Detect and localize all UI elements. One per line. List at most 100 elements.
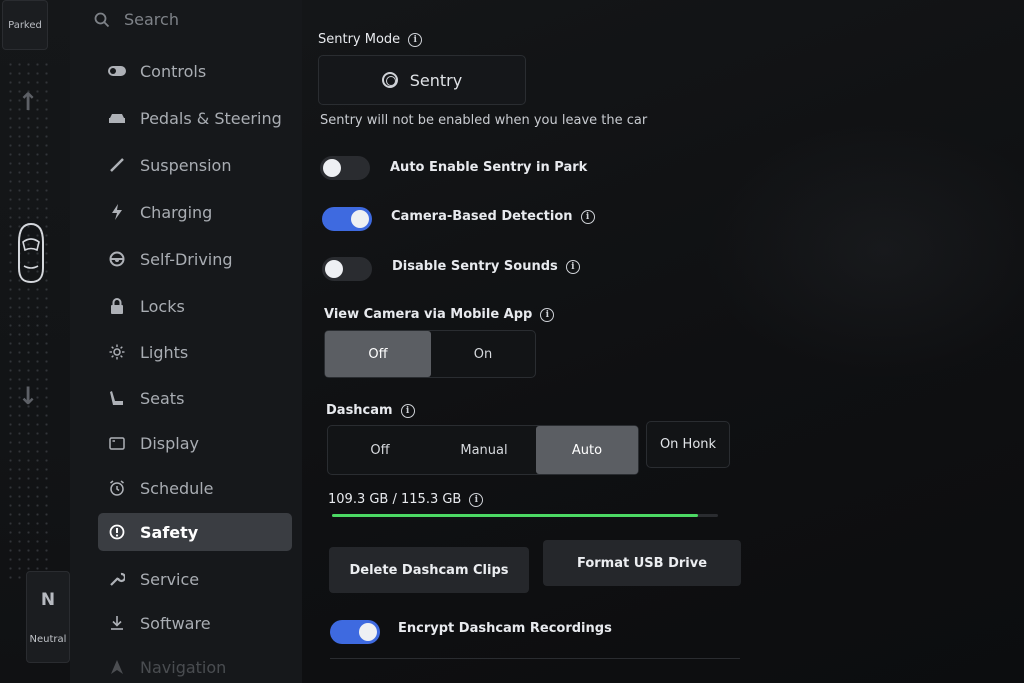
sidebar-item-controls[interactable]: Controls: [98, 52, 292, 90]
arrow-down-icon: ↓: [18, 382, 39, 410]
navigation-icon: [108, 658, 126, 676]
drive-dots: [6, 60, 52, 580]
dashcam-option-manual[interactable]: Manual: [432, 426, 536, 474]
alert-circle-icon: [108, 523, 126, 541]
sidebar-item-safety[interactable]: Safety: [98, 513, 292, 551]
encrypt-dashcam-label: Encrypt Dashcam Recordings: [398, 621, 612, 636]
info-icon[interactable]: i: [469, 492, 484, 507]
sidebar-item-label: Display: [140, 433, 199, 453]
disable-sentry-sounds-toggle[interactable]: [322, 257, 372, 281]
sidebar-item-software[interactable]: Software: [98, 604, 292, 642]
current-gear-label: Neutral: [29, 633, 67, 645]
sidebar-item-label: Lights: [140, 342, 189, 362]
sentry-note: Sentry will not be enabled when you leav…: [320, 113, 648, 128]
sidebar-search[interactable]: Search: [94, 10, 179, 29]
auto-enable-sentry-toggle[interactable]: [320, 156, 370, 180]
sidebar-item-lights[interactable]: Lights: [98, 333, 292, 371]
car-top-view-icon[interactable]: [16, 222, 46, 284]
view-camera-title: View Camera via Mobile App: [324, 307, 533, 322]
toggle-icon: [108, 62, 126, 80]
toggle-knob: [323, 159, 341, 177]
sentry-mode-title: Sentry Mode: [318, 32, 401, 47]
toggle-knob: [325, 260, 343, 278]
storage-total: 115.3 GB: [401, 492, 462, 507]
storage-used: 109.3 GB: [328, 492, 389, 507]
gear-top-label: Parked: [8, 19, 42, 31]
sidebar-item-label: Navigation: [140, 657, 227, 677]
background-glow: [704, 120, 1024, 380]
dashcam-option-off[interactable]: Off: [328, 426, 432, 474]
sidebar-item-navigation[interactable]: Navigation: [98, 648, 292, 683]
search-icon: [94, 12, 110, 27]
storage-separator: /: [388, 492, 401, 507]
steering-wheel-icon: [108, 250, 126, 268]
sidebar-item-label: Locks: [140, 296, 185, 316]
storage-text: 109.3 GB / 115.3 GB: [328, 492, 461, 507]
camera-based-detection-label: Camera-Based Detection i: [391, 209, 595, 224]
download-icon: [108, 614, 126, 632]
sidebar-item-pedals-steering[interactable]: Pedals & Steering: [98, 99, 292, 137]
view-camera-heading: View Camera via Mobile App i: [324, 307, 555, 322]
toggle-knob: [359, 623, 377, 641]
current-gear: N: [40, 589, 56, 610]
dashcam-option-auto[interactable]: Auto: [536, 426, 638, 474]
seat-icon: [108, 389, 126, 407]
dashcam-heading: Dashcam i: [326, 403, 415, 418]
search-label: Search: [124, 10, 179, 29]
sidebar-item-label: Controls: [140, 61, 207, 81]
view-camera-option-on[interactable]: On: [431, 331, 535, 377]
sidebar-item-label: Safety: [140, 522, 199, 542]
sidebar-item-label: Schedule: [140, 478, 214, 498]
info-icon[interactable]: i: [540, 307, 555, 322]
sidebar-item-display[interactable]: Display: [98, 424, 292, 462]
sidebar-item-self-driving[interactable]: Self-Driving: [98, 240, 292, 278]
sidebar-item-locks[interactable]: Locks: [98, 287, 292, 325]
disable-sentry-sounds-text: Disable Sentry Sounds: [392, 259, 558, 274]
info-icon[interactable]: i: [408, 32, 423, 47]
info-icon[interactable]: i: [580, 209, 595, 224]
info-icon[interactable]: i: [400, 403, 415, 418]
gear-neutral-indicator[interactable]: N Neutral: [26, 571, 70, 663]
sidebar-item-seats[interactable]: Seats: [98, 379, 292, 417]
format-usb-drive-button[interactable]: Format USB Drive: [543, 540, 741, 586]
sidebar-item-label: Charging: [140, 202, 213, 222]
suspension-icon: [108, 156, 126, 174]
gear-strip: Parked ↑ ↓ N Neutral: [0, 0, 70, 683]
sentry-button[interactable]: Sentry: [318, 55, 526, 105]
sidebar-item-schedule[interactable]: Schedule: [98, 469, 292, 507]
encrypt-dashcam-text: Encrypt Dashcam Recordings: [398, 621, 612, 636]
section-divider: [330, 658, 740, 659]
sidebar-item-label: Self-Driving: [140, 249, 233, 269]
encrypt-dashcam-toggle[interactable]: [330, 620, 380, 644]
wrench-icon: [108, 570, 126, 588]
storage-bar-fill: [332, 514, 698, 517]
sidebar-item-label: Seats: [140, 388, 185, 408]
bolt-icon: [108, 203, 126, 221]
car-icon: [108, 109, 126, 127]
dashcam-title: Dashcam: [326, 403, 393, 418]
safety-settings-panel: Sentry Mode i Sentry Sentry will not be …: [302, 0, 1024, 683]
dashcam-storage: 109.3 GB / 115.3 GB i: [328, 492, 484, 507]
alarm-clock-icon: [108, 479, 126, 497]
sidebar-item-service[interactable]: Service: [98, 560, 292, 598]
info-icon[interactable]: i: [565, 259, 580, 274]
view-camera-option-off[interactable]: Off: [325, 331, 431, 377]
sentry-mode-heading: Sentry Mode i: [318, 32, 423, 47]
sentry-eye-icon: [381, 72, 398, 88]
sidebar-item-label: Suspension: [140, 155, 232, 175]
display-icon: [108, 434, 126, 452]
camera-based-detection-toggle[interactable]: [322, 207, 372, 231]
storage-bar: [332, 514, 718, 517]
sidebar-item-label: Pedals & Steering: [140, 108, 282, 128]
auto-enable-sentry-label: Auto Enable Sentry in Park: [390, 160, 587, 175]
auto-enable-sentry-text: Auto Enable Sentry in Park: [390, 160, 588, 175]
sidebar-item-suspension[interactable]: Suspension: [98, 146, 292, 184]
dashcam-option-on-honk[interactable]: On Honk: [646, 421, 730, 468]
settings-sidebar: Search Controls Pedals & Steering Suspen…: [70, 0, 302, 683]
delete-dashcam-clips-button[interactable]: Delete Dashcam Clips: [329, 547, 529, 593]
sentry-button-label: Sentry: [409, 70, 463, 90]
sidebar-item-charging[interactable]: Charging: [98, 193, 292, 231]
toggle-knob: [351, 210, 369, 228]
dashcam-selector: Off Manual Auto: [327, 425, 639, 475]
gear-parked-indicator[interactable]: Parked: [2, 0, 48, 50]
